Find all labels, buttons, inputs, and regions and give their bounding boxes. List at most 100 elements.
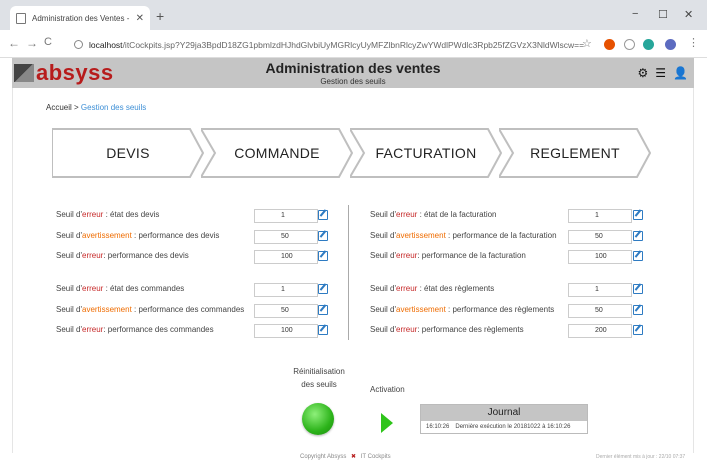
browser-tab[interactable]: Administration des Ventes - gestic ✕ [10, 6, 150, 30]
threshold-row: Seuil d'erreur: performance des commande… [56, 324, 332, 339]
list-icon[interactable]: ☰ [655, 66, 666, 80]
threshold-value-field[interactable]: 200 [568, 324, 632, 338]
threshold-value-field[interactable]: 100 [254, 324, 318, 338]
forward-button[interactable]: → [26, 36, 38, 50]
process-step-label: REGLEMENT [530, 145, 620, 161]
process-step-label: FACTURATION [375, 145, 477, 161]
journal-message: Dernière exécution le 20181022 à 16:10:2… [455, 424, 571, 430]
tab-title: Administration des Ventes - gestic [32, 13, 132, 23]
page-subtitle: Gestion des seuils [320, 77, 386, 86]
activation-label: Activation [370, 385, 405, 394]
edit-icon[interactable] [633, 325, 643, 335]
browser-menu-icon[interactable]: ⋮ [688, 36, 699, 49]
threshold-label: Seuil d'erreur : état des commandes [56, 284, 185, 293]
edit-icon[interactable] [318, 210, 328, 220]
threshold-row: Seuil d'avertissement : performance de l… [370, 230, 647, 245]
threshold-value-field[interactable]: 1 [568, 209, 632, 223]
address-bar[interactable]: localhost /itCockpits.jsp?Y29ja3BpdD18ZG… [74, 35, 604, 54]
edit-icon[interactable] [318, 284, 328, 294]
user-icon[interactable]: 👤 [673, 66, 688, 80]
journal-title: Journal [421, 405, 587, 421]
url-host: localhost [89, 39, 123, 50]
threshold-label: Seuil d'erreur : état de la facturation [370, 210, 497, 219]
threshold-value-field[interactable]: 1 [568, 283, 632, 297]
threshold-value-field[interactable]: 1 [254, 209, 318, 223]
threshold-label: Seuil d'avertissement : performance des … [56, 231, 220, 240]
column-divider [348, 205, 349, 340]
journal-panel: Journal 16:10:26 Dernière exécution le 20… [420, 404, 588, 434]
footer-update-info: Dernier élément mis à jour : 22/10 07:37 [596, 454, 686, 460]
threshold-row: Seuil d'erreur : état des devis 1 [56, 209, 332, 224]
threshold-value-field[interactable]: 50 [254, 304, 318, 318]
edit-icon[interactable] [633, 305, 643, 315]
maximize-button[interactable]: ☐ [658, 8, 668, 21]
journal-entry: 16:10:26 Dernière exécution le 20181022 à… [421, 421, 587, 433]
edit-icon[interactable] [318, 325, 328, 335]
threshold-label: Seuil d'erreur : état des devis [56, 210, 160, 219]
reinit-label: Réinitialisation des seuils [293, 367, 345, 389]
threshold-label: Seuil d'avertissement : performance des … [56, 305, 245, 314]
page-title: Administration des ventes [265, 60, 441, 76]
reinit-status-button[interactable] [302, 403, 334, 435]
edit-icon[interactable] [633, 231, 643, 241]
edit-icon[interactable] [633, 210, 643, 220]
threshold-row: Seuil d'erreur : état des commandes 1 [56, 283, 332, 298]
threshold-label: Seuil d'erreur: performance de la factur… [370, 251, 526, 260]
threshold-value-field[interactable]: 50 [568, 304, 632, 318]
process-step-facturation[interactable]: FACTURATION [350, 128, 502, 178]
process-step-commande[interactable]: COMMANDE [201, 128, 353, 178]
threshold-row: Seuil d'avertissement : performance des … [56, 304, 332, 319]
journal-time: 16:10:26 [426, 424, 450, 430]
bookmark-star-icon[interactable]: ☆ [582, 37, 592, 50]
threshold-label: Seuil d'erreur : état des règlements [370, 284, 495, 293]
threshold-label: Seuil d'erreur: performance des commande… [56, 325, 214, 334]
browser-toolbar: ← → C localhost /itCockpits.jsp?Y29ja3Bp… [0, 30, 707, 58]
extension-icon[interactable] [604, 39, 615, 50]
threshold-value-field[interactable]: 1 [254, 283, 318, 297]
process-step-devis[interactable]: DEVIS [52, 128, 204, 178]
process-step-label: DEVIS [106, 145, 150, 161]
threshold-value-field[interactable]: 100 [568, 250, 632, 264]
threshold-label: Seuil d'avertissement : performance de l… [370, 231, 557, 240]
footer: Copyright Absyss ✖ IT Cockpits [300, 454, 391, 460]
threshold-row: Seuil d'erreur : état des règlements 1 [370, 283, 647, 298]
tab-close-icon[interactable]: ✕ [136, 13, 144, 24]
extension-icon[interactable] [624, 39, 635, 50]
reload-button[interactable]: C [44, 36, 52, 48]
edit-icon[interactable] [318, 305, 328, 315]
threshold-value-field[interactable]: 100 [254, 250, 318, 264]
absyss-small-logo-icon: ✖ [351, 454, 357, 460]
threshold-label: Seuil d'avertissement : performance des … [370, 305, 555, 314]
process-step-label: COMMANDE [234, 145, 320, 161]
minimize-button[interactable]: − [632, 8, 638, 20]
new-tab-button[interactable]: + [156, 8, 164, 24]
threshold-value-field[interactable]: 50 [568, 230, 632, 244]
app-header: absyss Administration des ventes Gestion… [12, 58, 694, 88]
edit-icon[interactable] [633, 284, 643, 294]
extension-icon[interactable] [643, 39, 654, 50]
threshold-row: Seuil d'erreur: performance de la factur… [370, 250, 647, 265]
breadcrumb: Accueil > Gestion des seuils [46, 103, 147, 112]
edit-icon[interactable] [318, 231, 328, 241]
threshold-row: Seuil d'erreur: performance des devis 100 [56, 250, 332, 265]
breadcrumb-home[interactable]: Accueil [46, 103, 72, 112]
page-icon [16, 12, 26, 24]
back-button[interactable]: ← [8, 36, 20, 50]
threshold-value-field[interactable]: 50 [254, 230, 318, 244]
content-border-right [693, 88, 694, 453]
content-border-left [12, 88, 13, 453]
edit-icon[interactable] [318, 251, 328, 261]
profile-avatar[interactable] [665, 39, 676, 50]
browser-tabbar: Administration des Ventes - gestic ✕ + −… [0, 0, 707, 30]
process-step-reglement[interactable]: REGLEMENT [499, 128, 651, 178]
url-path: /itCockpits.jsp?Y29ja3BpdD18ZG1pbmlzdHJh… [122, 39, 585, 50]
info-icon[interactable] [74, 40, 83, 49]
breadcrumb-current[interactable]: Gestion des seuils [81, 103, 146, 112]
close-window-button[interactable]: ✕ [684, 8, 693, 21]
threshold-row: Seuil d'erreur : état de la facturation 1 [370, 209, 647, 224]
threshold-row: Seuil d'avertissement : performance des … [370, 304, 647, 319]
gear-icon[interactable]: ⚙ [638, 66, 649, 80]
edit-icon[interactable] [633, 251, 643, 261]
play-icon[interactable] [381, 413, 393, 433]
threshold-row: Seuil d'erreur: performance des règlemen… [370, 324, 647, 339]
